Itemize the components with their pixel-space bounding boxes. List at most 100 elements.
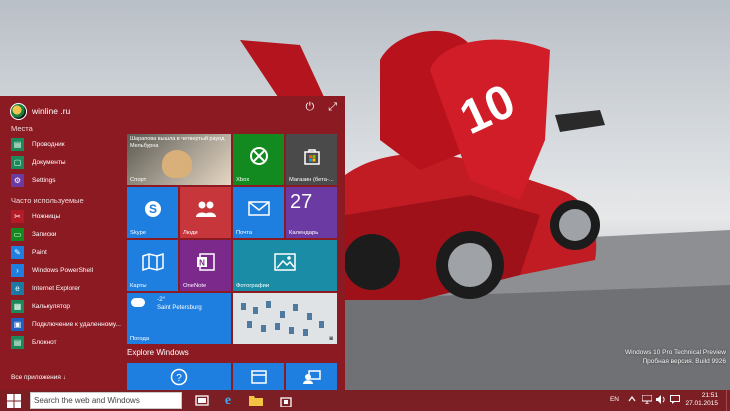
show-desktop-button[interactable] xyxy=(726,390,730,411)
places-heading: Места xyxy=(11,124,33,133)
language-indicator[interactable]: EN xyxy=(610,396,619,403)
menu-item-label: Settings xyxy=(32,177,56,184)
menu-item-documents[interactable]: ▢ Документы xyxy=(11,154,121,171)
menu-item-label: Ножницы xyxy=(32,213,61,220)
athlete-photo xyxy=(162,150,192,178)
tile-mail[interactable]: Почта xyxy=(233,187,284,238)
tile-sport[interactable]: Шарапова вышла в четвертый раунд Мельбур… xyxy=(127,134,231,185)
tile-store[interactable]: Магазин (бета-... xyxy=(286,134,337,185)
tile-label: Погода xyxy=(130,336,150,342)
menu-item-sticky-notes[interactable]: ▭ Записки xyxy=(11,226,121,243)
tile-label: Календарь xyxy=(289,230,319,236)
documents-icon: ▢ xyxy=(11,156,24,169)
expand-icon[interactable]: ⤢ xyxy=(328,101,337,114)
power-icon[interactable]: ⏻ xyxy=(305,101,314,114)
task-view-button[interactable] xyxy=(192,392,212,409)
menu-item-label: Документы xyxy=(32,159,66,166)
menu-item-notepad[interactable]: ▤ Блокнот xyxy=(11,334,121,351)
menu-item-remote-desktop[interactable]: ▣ Подключение к удаленному... xyxy=(11,316,121,333)
menu-item-label: Блокнот xyxy=(32,339,57,346)
start-button[interactable] xyxy=(0,390,28,411)
maps-icon xyxy=(127,240,178,283)
start-menu: winline .ru Места ▤ Проводник ▢ Документ… xyxy=(0,96,345,390)
search-box[interactable]: Search the web and Windows xyxy=(30,392,182,409)
snipping-tool-icon: ✂ xyxy=(11,210,24,223)
internet-explorer-icon: e xyxy=(11,282,24,295)
menu-item-settings[interactable]: ⚙ Settings xyxy=(11,172,121,189)
windows-logo-icon xyxy=(7,393,21,408)
xbox-icon xyxy=(233,134,284,177)
tile-label: OneNote xyxy=(183,283,207,289)
taskbar-internet-explorer[interactable]: e xyxy=(218,392,238,409)
action-center-icon[interactable] xyxy=(670,395,680,405)
chevron-up-icon[interactable] xyxy=(628,395,638,405)
all-apps-label: Все приложения xyxy=(11,374,61,381)
watermark-line-edition: Windows 10 Pro Technical Preview xyxy=(624,349,726,356)
menu-item-calculator[interactable]: ▦ Калькулятор xyxy=(11,298,121,315)
volume-icon[interactable] xyxy=(656,395,666,405)
svg-text:N: N xyxy=(199,258,205,267)
tile-get-started[interactable]: ? xyxy=(127,363,231,390)
svg-text:S: S xyxy=(148,202,156,216)
user-account[interactable]: winline .ru xyxy=(10,100,70,122)
tile-photos[interactable]: Фотографии xyxy=(233,240,337,291)
all-apps-link[interactable]: Все приложения ↓ xyxy=(11,374,66,381)
tile-label: Магазин (бета-... xyxy=(289,177,334,183)
network-icon[interactable] xyxy=(641,394,653,405)
news-photo-image xyxy=(233,293,337,344)
taskbar-store[interactable] xyxy=(276,392,296,409)
tile-skype[interactable]: S Skype xyxy=(127,187,178,238)
menu-item-snipping-tool[interactable]: ✂ Ножницы xyxy=(11,208,121,225)
menu-item-label: Проводник xyxy=(32,141,65,148)
weather-city: Saint Petersburg xyxy=(157,305,202,311)
windows-build-watermark: Windows 10 Pro Technical Preview Пробная… xyxy=(625,348,726,366)
menu-item-label: Windows PowerShell xyxy=(32,267,94,274)
file-explorer-icon xyxy=(249,396,263,406)
menu-item-file-explorer[interactable]: ▤ Проводник xyxy=(11,136,121,153)
explore-windows-heading: Explore Windows xyxy=(127,348,189,357)
clock-time: 21:51 xyxy=(701,392,718,399)
onenote-icon: N xyxy=(180,240,231,283)
menu-item-paint[interactable]: ✎ Paint xyxy=(11,244,121,261)
menu-item-label: Internet Explorer xyxy=(32,285,81,292)
file-explorer-icon: ▤ xyxy=(11,138,24,151)
tile-windows-feedback[interactable] xyxy=(233,363,284,390)
explore-tile-row: ? xyxy=(127,363,337,390)
menu-item-powershell[interactable]: › Windows PowerShell xyxy=(11,262,121,279)
tile-label: Почта xyxy=(236,230,253,236)
tile-label: Спорт xyxy=(130,177,147,183)
tile-news-photo[interactable]: ◙ xyxy=(233,293,337,344)
taskbar-file-explorer[interactable] xyxy=(246,392,266,409)
task-view-icon xyxy=(195,395,209,406)
tile-xbox[interactable]: Xbox xyxy=(233,134,284,185)
watermark-line-build: Пробная версия. Build 9926 xyxy=(642,358,727,365)
store-icon xyxy=(280,396,292,407)
calculator-icon: ▦ xyxy=(11,300,24,313)
menu-item-label: Записки xyxy=(32,231,57,238)
user-name: winline .ru xyxy=(32,106,71,116)
menu-item-internet-explorer[interactable]: e Internet Explorer xyxy=(11,280,121,297)
avatar xyxy=(10,102,27,120)
start-menu-left-column: winline .ru Места ▤ Проводник ▢ Документ… xyxy=(0,96,121,390)
tile-maps[interactable]: Карты xyxy=(127,240,178,291)
down-arrow-icon: ↓ xyxy=(62,374,66,381)
tile-label: Skype xyxy=(130,230,147,236)
people-icon xyxy=(180,187,231,230)
clock[interactable]: 21:51 27.01.2015 xyxy=(685,392,718,408)
windows-feedback-icon xyxy=(233,363,284,390)
svg-text:?: ? xyxy=(176,373,182,384)
settings-icon: ⚙ xyxy=(11,174,24,187)
notepad-icon: ▤ xyxy=(11,336,24,349)
tile-label: Xbox xyxy=(236,177,250,183)
calendar-day-number: 27 xyxy=(290,191,313,213)
taskbar: Search the web and Windows e EN 21:51 27… xyxy=(0,390,730,411)
tile-weather[interactable]: -2° Saint Petersburg Погода xyxy=(127,293,231,344)
tile-onenote[interactable]: N OneNote xyxy=(180,240,231,291)
most-used-heading: Часто используемые xyxy=(11,196,84,205)
tile-calendar[interactable]: 27 Календарь xyxy=(286,187,337,238)
tile-label: Карты xyxy=(130,283,147,289)
menu-item-label: Калькулятор xyxy=(32,303,71,310)
tile-contact-support[interactable] xyxy=(286,363,337,390)
tile-people[interactable]: Люди xyxy=(180,187,231,238)
menu-item-label: Paint xyxy=(32,249,47,256)
